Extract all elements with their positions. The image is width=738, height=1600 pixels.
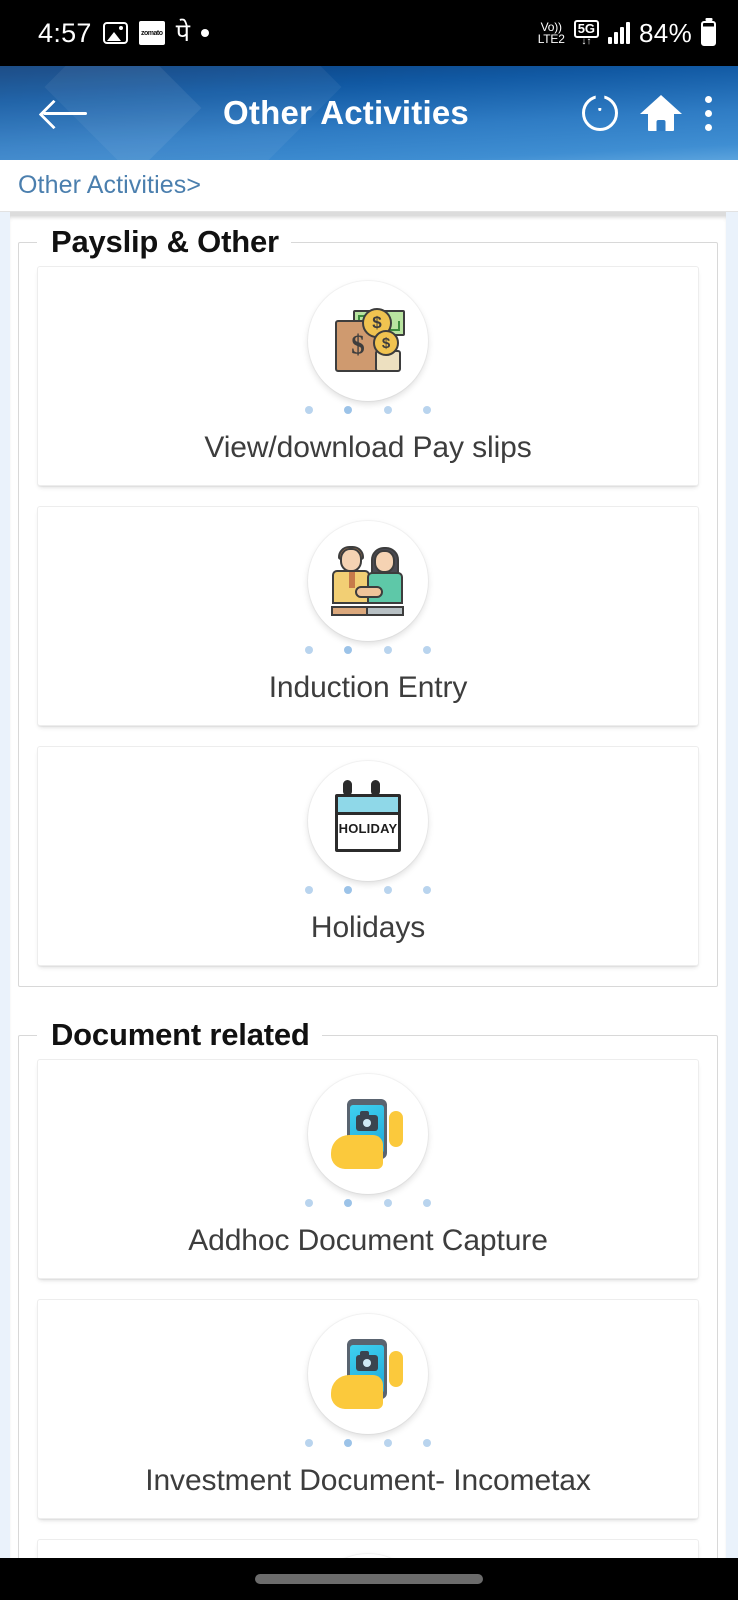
holiday-calendar-icon: HOLIDAY [308,761,428,881]
handshake-icon [308,521,428,641]
zomato-icon: zomato [138,21,165,45]
app-bar: Other Activities [0,66,738,160]
phone-camera-capture-icon [308,1314,428,1434]
decorative-dots [305,1439,431,1447]
photos-icon [102,22,128,44]
menu-card-investment-document-incometax[interactable]: Investment Document- Incometax [37,1299,699,1519]
group-payslip-other: Payslip & Other $ $ $ View/download Pay … [18,224,718,987]
menu-card-label: Addhoc Document Capture [188,1224,548,1257]
home-gesture-pill[interactable] [255,1574,483,1584]
battery-icon [701,20,716,46]
page-title: Other Activities [223,94,469,131]
back-button[interactable] [28,98,102,128]
app-bar-actions [582,95,738,131]
page-body: Other Activities> Payslip & Other $ $ $ … [0,160,738,1600]
status-time: 4:57 [38,17,92,48]
back-arrow-icon [43,98,87,128]
group-document-related: Document related Addhoc Document Capture… [18,1017,718,1596]
icon-container [305,1074,431,1207]
menu-card-induction-entry[interactable]: Induction Entry [37,506,699,726]
volte-bottom-label: LTE2 [537,32,565,46]
decorative-dots [305,406,431,414]
battery-percent-label: 84% [639,17,692,48]
decorative-dots [305,886,431,894]
signal-bars-icon [608,22,631,44]
menu-card-label: View/download Pay slips [204,431,532,464]
group-legend-payslip-other: Payslip & Other [51,224,279,259]
power-icon[interactable] [582,95,618,131]
phone-screen: 4:57 zomato पे Vo)) LTE2 5G ↓↑ 84% Other… [0,0,738,1600]
more-vertical-icon[interactable] [704,95,712,131]
payslip-money-icon: $ $ [308,281,428,401]
system-navigation-bar [0,1558,738,1600]
breadcrumb: Other Activities> [0,160,738,212]
decorative-dots [305,1199,431,1207]
phone-camera-capture-icon [308,1074,428,1194]
decorative-dots [305,646,431,654]
content-scroll-area[interactable]: Payslip & Other $ $ $ View/download Pay … [10,212,726,1596]
status-bar: 4:57 zomato पे Vo)) LTE2 5G ↓↑ 84% [0,0,738,66]
icon-container: $ $ [305,281,431,414]
notification-dot-icon [200,29,209,37]
network-arrows-icon: ↓↑ [581,36,592,48]
network-5g-icon: 5G ↓↑ [573,19,600,48]
menu-card-addhoc-document-capture[interactable]: Addhoc Document Capture [37,1059,699,1279]
menu-card-view-download-payslips[interactable]: $ $ View/download Pay slips [37,266,699,486]
status-bar-right: Vo)) LTE2 5G ↓↑ 84% [538,18,716,49]
calendar-text: HOLIDAY [338,821,398,836]
menu-card-holidays[interactable]: HOLIDAY Holidays [37,746,699,966]
group-legend-document-related: Document related [51,1017,310,1052]
icon-container: HOLIDAY [305,761,431,894]
status-bar-left: 4:57 zomato पे [38,18,209,49]
menu-card-label: Holidays [310,911,426,944]
breadcrumb-link-other-activities[interactable]: Other Activities> [18,171,201,200]
menu-card-label: Induction Entry [268,671,468,704]
home-icon[interactable] [640,95,682,131]
volte-icon: Vo)) LTE2 [537,21,565,46]
icon-container [305,1314,431,1447]
icon-container [305,521,431,654]
menu-card-label: Investment Document- Incometax [145,1464,591,1497]
phonepe-icon: पे [175,18,190,47]
